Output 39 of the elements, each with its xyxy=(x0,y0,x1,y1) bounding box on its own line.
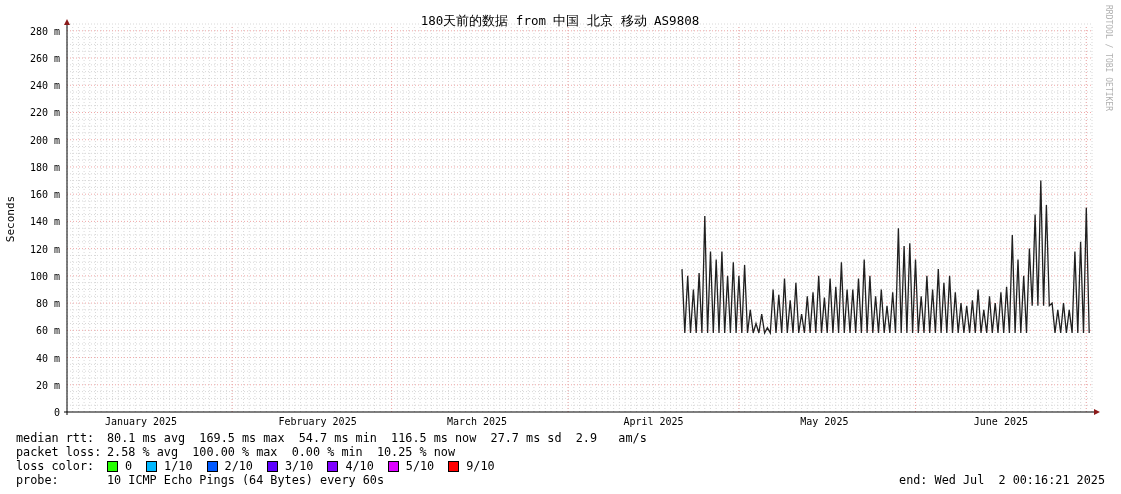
legend-value: 10 ICMP Echo Pings (64 Bytes) every 60s xyxy=(107,473,384,487)
tick-label: 200 m xyxy=(29,134,60,146)
legend-label: packet loss: xyxy=(16,445,103,459)
tick-label: 60 m xyxy=(35,325,60,337)
tick-label: 80 m xyxy=(35,298,60,310)
legend-label: median rtt: xyxy=(16,431,96,445)
tick-label: June 2025 xyxy=(973,416,1028,427)
tick-label: 120 m xyxy=(29,243,60,255)
swatch-label: 0 xyxy=(125,459,133,473)
tick-label: 100 m xyxy=(29,270,60,282)
swatch-label: 5/10 xyxy=(405,459,435,473)
swatch-label: 9/10 xyxy=(466,459,495,473)
swatch-label: 2/10 xyxy=(224,459,253,473)
tick-label: 0 xyxy=(53,407,60,418)
end-time: end: Wed Jul 2 00:16:21 2025 xyxy=(899,473,1105,487)
tick-label: 160 m xyxy=(29,189,60,201)
legend-label: probe: xyxy=(16,473,60,487)
swatch-label: 4/10 xyxy=(345,459,374,473)
chart-title: 180天前的数据 from 中国 北京 移动 AS9808 xyxy=(420,13,700,28)
tick-label: 280 m xyxy=(29,25,60,37)
tick-label: March 2025 xyxy=(446,416,508,427)
legend-value: 2.58 % avg 100.00 % max 0.00 % min 10.25 % now xyxy=(107,445,455,459)
side-note: RRDTOOL / TOBI OETIKER xyxy=(1103,5,1113,111)
tick-label: 240 m xyxy=(29,80,60,92)
tick-label: 20 m xyxy=(35,379,60,391)
legend-label: loss color: xyxy=(16,459,96,473)
tick-label: January 2025 xyxy=(104,416,178,427)
swatch-label: 1/10 xyxy=(164,459,193,473)
tick-label: May 2025 xyxy=(800,416,849,427)
tick-label: 140 m xyxy=(29,216,60,228)
tick-label: 220 m xyxy=(29,107,60,119)
tick-label: 260 m xyxy=(29,53,60,65)
axis-label: Seconds xyxy=(4,195,17,243)
tick-label: April 2025 xyxy=(623,416,684,427)
tick-label: February 2025 xyxy=(278,416,357,427)
swatch-label: 3/10 xyxy=(284,459,314,473)
tick-label: 180 m xyxy=(29,161,60,173)
tick-label: 40 m xyxy=(35,352,60,364)
legend-value: 80.1 ms avg 169.5 ms max 54.7 ms min 116.5 ms now 27.7 ms sd 2.9 am/s xyxy=(107,431,647,445)
